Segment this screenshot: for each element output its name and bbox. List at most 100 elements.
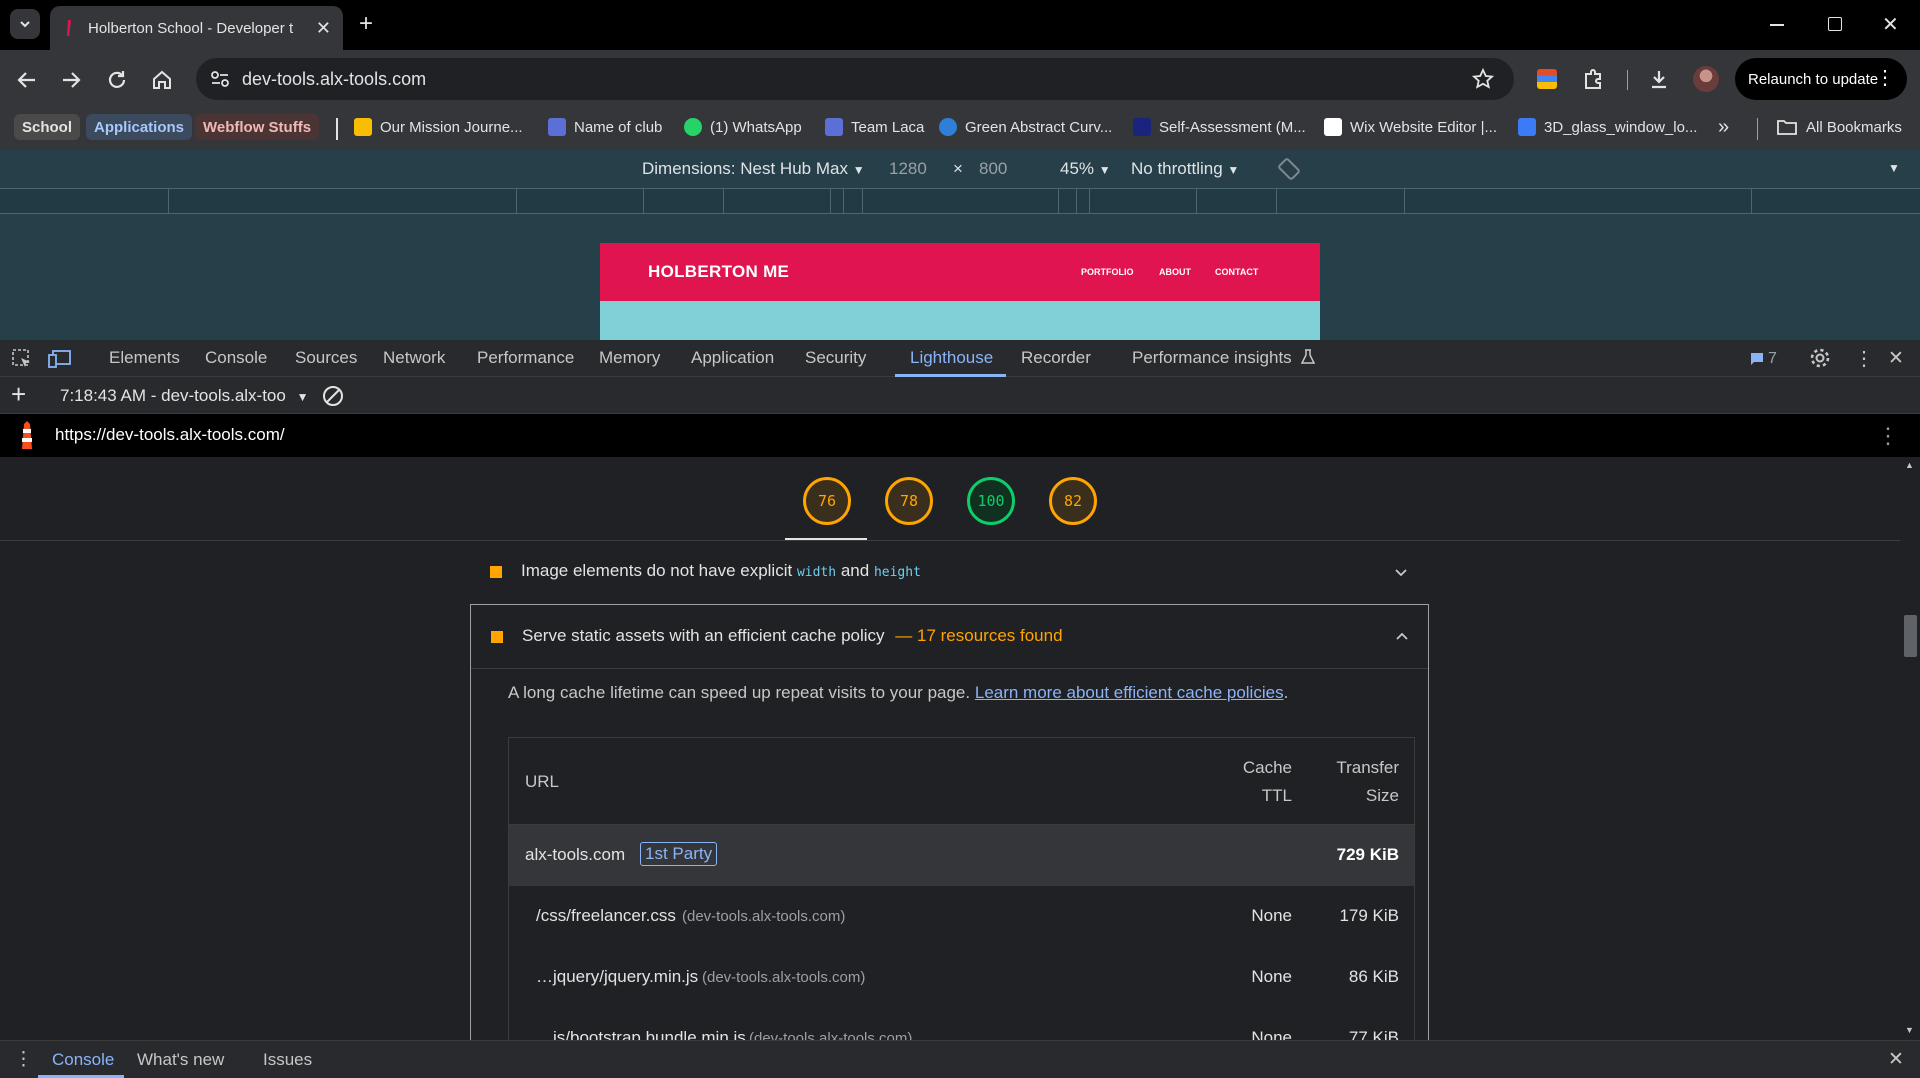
- score-gauge-best-practices[interactable]: 100: [967, 477, 1015, 525]
- audit-header[interactable]: Serve static assets with an efficient ca…: [471, 605, 1428, 669]
- bookmark-item[interactable]: Name of club: [548, 114, 662, 140]
- throttling-label: No throttling: [1131, 159, 1223, 178]
- scroll-down-arrow[interactable]: ▼: [1905, 1025, 1914, 1035]
- scrollbar-thumb[interactable]: [1904, 615, 1917, 657]
- tab-lighthouse[interactable]: Lighthouse: [910, 348, 993, 368]
- bookmark-label: Self-Assessment (M...: [1159, 118, 1306, 136]
- forms-icon: [548, 118, 566, 136]
- rotate-icon[interactable]: [1276, 156, 1302, 182]
- page-url[interactable]: https://dev-tools.alx-tools.com/: [55, 425, 285, 445]
- more-bookmarks-button[interactable]: »: [1718, 114, 1729, 140]
- flask-icon: [1301, 349, 1316, 364]
- issues-counter[interactable]: 7: [1750, 350, 1777, 368]
- resource-url[interactable]: …js/bootstrap.bundle.min.js: [536, 1028, 746, 1040]
- close-devtools-icon[interactable]: ✕: [1888, 347, 1904, 370]
- bookmark-folder-webflow[interactable]: Webflow Stuffs: [195, 114, 320, 140]
- width-input[interactable]: 1280: [889, 159, 927, 179]
- tab-console[interactable]: Console: [205, 348, 267, 368]
- report-scrollbar[interactable]: ▲ ▼: [1900, 457, 1920, 1040]
- bookmark-item[interactable]: Self-Assessment (M...: [1133, 114, 1306, 140]
- download-icon[interactable]: [1648, 68, 1670, 90]
- audit-description-text: A long cache lifetime can speed up repea…: [508, 683, 971, 702]
- back-arrow-icon[interactable]: [16, 69, 38, 91]
- resource-url[interactable]: …jquery/jquery.min.js: [536, 967, 698, 987]
- forms-icon: [825, 118, 843, 136]
- tab-recorder[interactable]: Recorder: [1021, 348, 1091, 368]
- tab-network[interactable]: Network: [383, 348, 445, 368]
- tab-sources[interactable]: Sources: [295, 348, 357, 368]
- forward-arrow-icon[interactable]: [60, 69, 82, 91]
- preview-nav-contact[interactable]: CONTACT: [1215, 267, 1258, 277]
- bookmark-item[interactable]: (1) WhatsApp: [684, 114, 802, 140]
- dimensions-dropdown[interactable]: Dimensions: Nest Hub Max ▼: [642, 159, 865, 179]
- home-icon[interactable]: [151, 69, 173, 91]
- drawer-tab-issues[interactable]: Issues: [263, 1050, 312, 1070]
- audit-dash: —: [895, 626, 913, 645]
- ruler-mark: [843, 189, 844, 213]
- score-gauge-performance[interactable]: 76: [803, 477, 851, 525]
- clear-reports-icon[interactable]: [322, 385, 344, 407]
- zoom-dropdown[interactable]: 45% ▼: [1060, 159, 1111, 179]
- bookmark-item[interactable]: 3D_glass_window_lo...: [1518, 114, 1697, 140]
- bookmark-item[interactable]: Team Laca: [825, 114, 924, 140]
- bookmark-label: Green Abstract Curv...: [965, 118, 1113, 136]
- device-toggle-icon[interactable]: [48, 348, 72, 370]
- resource-url[interactable]: /css/freelancer.css: [536, 906, 676, 926]
- tab-security[interactable]: Security: [805, 348, 866, 368]
- report-menu-icon[interactable]: ⋮: [1877, 423, 1899, 449]
- scroll-up-arrow[interactable]: ▲: [1905, 460, 1914, 470]
- tab-search-button[interactable]: [10, 9, 40, 39]
- minimize-button[interactable]: [1770, 24, 1784, 26]
- address-bar[interactable]: dev-tools.alx-tools.com: [196, 58, 1514, 100]
- audit-unsized-images[interactable]: Image elements do not have explicit widt…: [470, 541, 1429, 603]
- height-input[interactable]: 800: [979, 159, 1007, 179]
- bookmark-item[interactable]: Green Abstract Curv...: [939, 114, 1112, 140]
- close-tab-icon[interactable]: ✕: [316, 18, 331, 39]
- close-drawer-icon[interactable]: ✕: [1888, 1048, 1904, 1071]
- learn-more-link[interactable]: Learn more about efficient cache policie…: [975, 683, 1284, 702]
- throttling-dropdown[interactable]: No throttling ▼: [1131, 159, 1239, 179]
- drawer-menu-icon[interactable]: ⋮: [14, 1048, 33, 1071]
- group-entity: alx-tools.com: [525, 845, 626, 864]
- settings-gear-icon[interactable]: [1809, 347, 1831, 369]
- bookmark-star-icon[interactable]: [1472, 68, 1494, 90]
- audit-display-value: 17 resources found: [917, 626, 1063, 645]
- inspect-element-icon[interactable]: [11, 348, 33, 370]
- site-info-icon[interactable]: [210, 70, 230, 88]
- lighthouse-toolbar: + 7:18:43 AM - dev-tools.alx-too ▼: [0, 377, 1920, 414]
- devtools-more-icon[interactable]: ⋮: [1854, 346, 1874, 371]
- tab-performance[interactable]: Performance: [477, 348, 574, 368]
- reload-icon[interactable]: [106, 69, 128, 91]
- preview-nav-portfolio[interactable]: PORTFOLIO: [1081, 267, 1134, 277]
- bookmark-item[interactable]: Wix Website Editor |...: [1324, 114, 1497, 140]
- score-gauge-seo[interactable]: 82: [1049, 477, 1097, 525]
- extension-icon-colored[interactable]: [1537, 69, 1557, 89]
- bookmark-folder-school[interactable]: School: [14, 114, 81, 140]
- browser-toolbar: dev-tools.alx-tools.com Relaunch to upda…: [0, 50, 1920, 108]
- bookmark-item[interactable]: Our Mission Journe...: [354, 114, 523, 140]
- relaunch-to-update-button[interactable]: Relaunch to update ⋮: [1735, 58, 1907, 100]
- extensions-puzzle-icon[interactable]: [1582, 68, 1604, 90]
- new-report-button[interactable]: +: [11, 381, 26, 407]
- page-preview[interactable]: HOLBERTON ME PORTFOLIO ABOUT CONTACT: [600, 243, 1320, 340]
- score-value: 76: [817, 492, 837, 510]
- tab-performance-insights[interactable]: Performance insights: [1132, 348, 1316, 368]
- restore-button[interactable]: [1828, 17, 1842, 31]
- zoom-label: 45%: [1060, 159, 1095, 178]
- close-window-button[interactable]: ✕: [1882, 12, 1899, 37]
- drawer-tab-whats-new[interactable]: What's new: [137, 1050, 224, 1070]
- all-bookmarks-button[interactable]: All Bookmarks: [1777, 114, 1902, 140]
- tab-application[interactable]: Application: [691, 348, 774, 368]
- tab-elements[interactable]: Elements: [109, 348, 180, 368]
- report-selector[interactable]: 7:18:43 AM - dev-tools.alx-too ▼: [60, 386, 308, 406]
- browser-tab[interactable]: Holberton School - Developer t ✕: [50, 6, 343, 50]
- new-tab-button[interactable]: +: [352, 10, 380, 38]
- score-gauge-accessibility[interactable]: 78: [885, 477, 933, 525]
- more-bookmarks-icon: »: [1718, 115, 1730, 138]
- drawer-tab-console[interactable]: Console: [52, 1050, 114, 1070]
- preview-nav-about[interactable]: ABOUT: [1159, 267, 1191, 277]
- profile-avatar[interactable]: [1693, 66, 1719, 92]
- tab-memory[interactable]: Memory: [599, 348, 660, 368]
- device-toolbar-menu-icon[interactable]: ▼: [1888, 161, 1900, 175]
- bookmark-folder-applications[interactable]: Applications: [86, 114, 193, 140]
